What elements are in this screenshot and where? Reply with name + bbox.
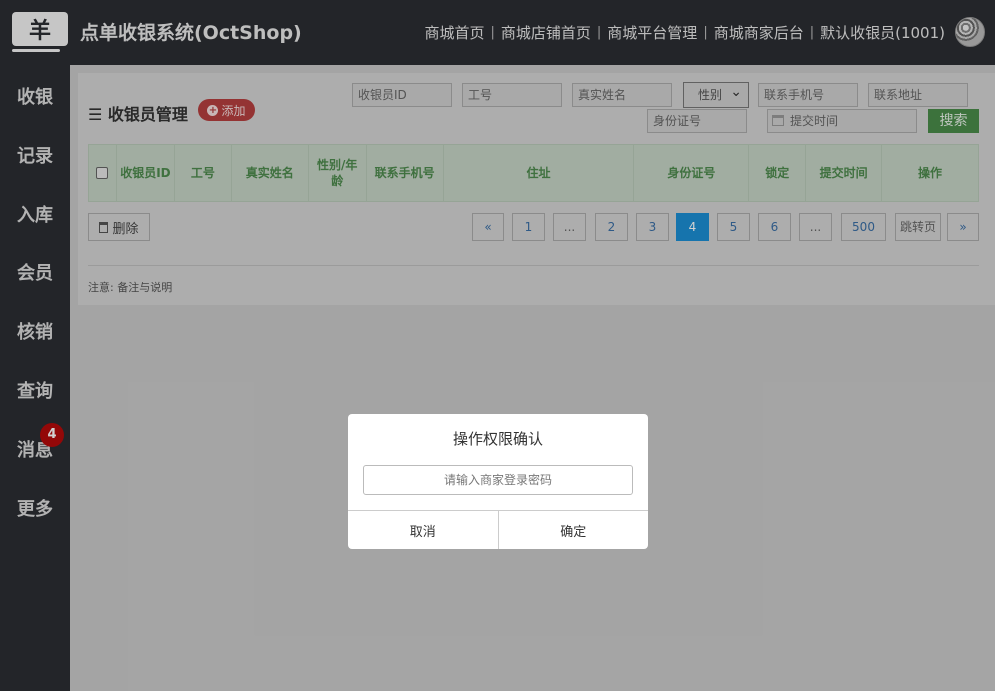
confirm-button[interactable]: 确定 [497, 511, 649, 549]
permission-confirm-dialog: 操作权限确认 请输入商家登录密码 取消 确定 [348, 414, 648, 549]
dialog-footer: 取消 确定 [348, 510, 648, 549]
dialog-title: 操作权限确认 [452, 430, 543, 448]
modal-overlay[interactable] [0, 0, 995, 691]
merchant-password-input[interactable]: 请输入商家登录密码 [363, 465, 633, 495]
cancel-button[interactable]: 取消 [348, 511, 498, 549]
